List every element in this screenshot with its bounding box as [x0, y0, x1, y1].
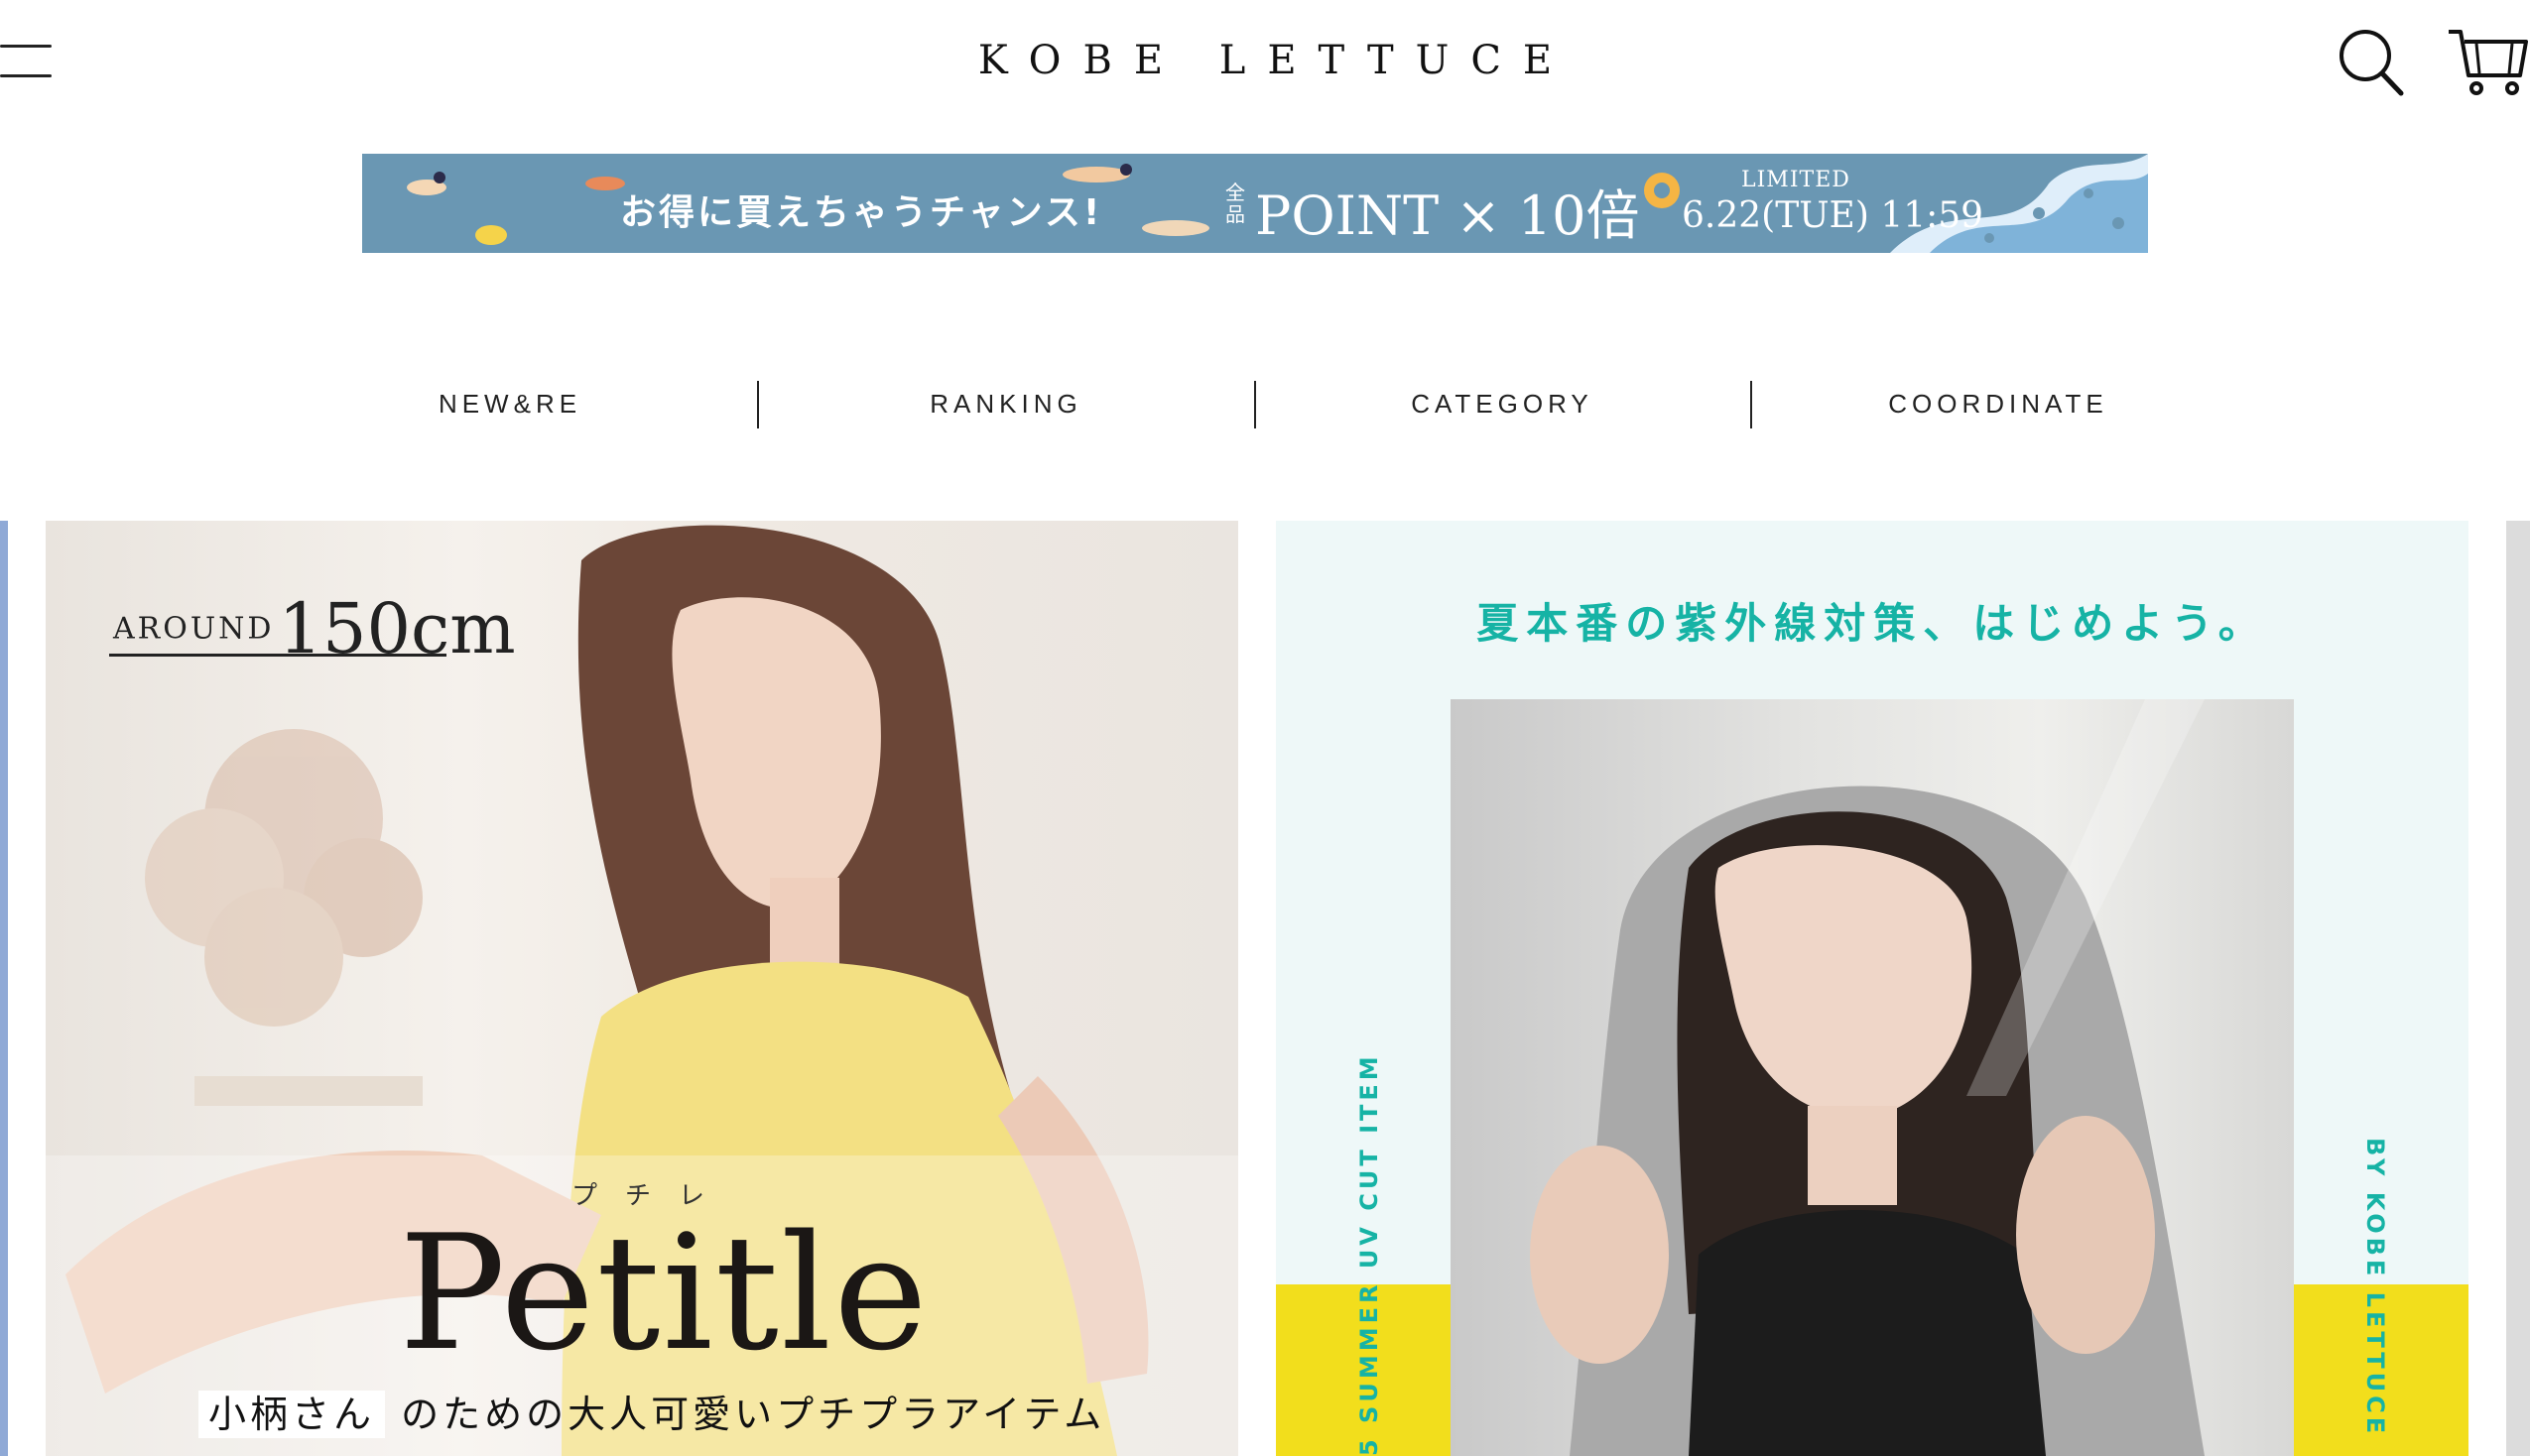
- nav-divider: [757, 381, 759, 428]
- main-nav: NEW&RE RANKING CATEGORY COORDINATE: [0, 377, 2530, 436]
- site-header: KOBE LETTUCE: [0, 0, 2530, 129]
- nav-new-re[interactable]: NEW&RE: [361, 389, 659, 420]
- uv-headline: 夏本番の紫外線対策、はじめよう。: [1476, 599, 2268, 648]
- feature-card-petitle[interactable]: AROUND150cm プチレ Petitle 小柄さん のための大人可愛いプチ…: [46, 521, 1238, 1456]
- nav-coordinate[interactable]: COORDINATE: [1849, 389, 2147, 420]
- site-logo[interactable]: KOBE LETTUCE: [0, 38, 2530, 83]
- banner-point-text: POINT × 10倍: [1255, 184, 1640, 247]
- uv-vertical-label-right: BY KOBE LETTUCE: [2361, 1138, 2389, 1438]
- nav-divider: [1254, 381, 1256, 428]
- carousel-next-slide-edge[interactable]: [2506, 521, 2530, 1456]
- float-illustration: [475, 225, 507, 245]
- carousel-prev-slide-edge[interactable]: [0, 521, 8, 1456]
- nav-category[interactable]: CATEGORY: [1353, 389, 1651, 420]
- nav-ranking[interactable]: RANKING: [857, 389, 1155, 420]
- swimmer-illustration: [407, 172, 446, 195]
- swimmer-illustration: [1142, 220, 1209, 236]
- banner-deadline: 6.22(TUE) 11:59: [1682, 195, 1984, 236]
- petitle-subtitle-highlight: 小柄さん: [198, 1391, 386, 1438]
- petitle-subtitle: 小柄さん のための大人可愛いプチプラアイテム: [198, 1384, 1105, 1438]
- petitle-subtitle-rest: のための大人可愛いプチプラアイテム: [401, 1393, 1106, 1436]
- petitle-title: Petitle: [399, 1200, 930, 1386]
- height-underline: [109, 654, 446, 657]
- uv-vertical-label-left: 5 SUMMER UV CUT ITEM: [1355, 1052, 1383, 1456]
- campaign-banner[interactable]: お得に買えちゃうチャンス! 全品 POINT × 10倍 LIMITED 6.2…: [362, 154, 2148, 253]
- nav-divider: [1750, 381, 1752, 428]
- height-label: AROUND150cm: [113, 588, 516, 669]
- uv-model-photo: [1451, 699, 2294, 1456]
- cart-icon[interactable]: [2447, 26, 2530, 97]
- search-icon[interactable]: [2336, 26, 2405, 97]
- banner-headline: お得に買えちゃうチャンス!: [620, 192, 1103, 233]
- banner-limited-label: LIMITED: [1741, 168, 1850, 192]
- banner-all-items-label: 全品: [1225, 181, 1245, 226]
- feature-card-uv[interactable]: 夏本番の紫外線対策、はじめよう。 5 SUMMER UV CUT ITEM BY…: [1276, 521, 2468, 1456]
